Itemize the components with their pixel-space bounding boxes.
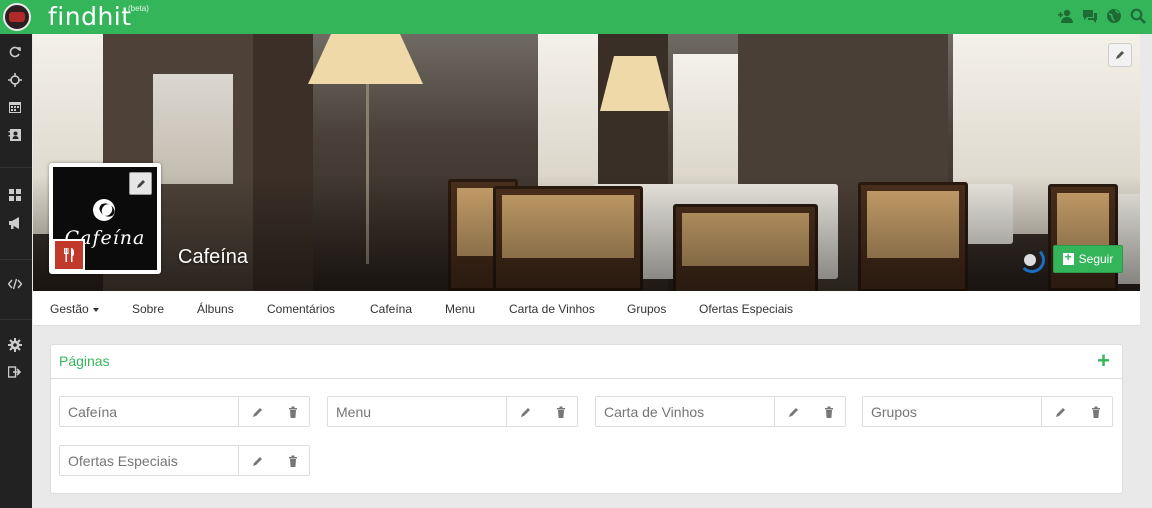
page-row [59,396,310,427]
page-row [595,396,846,427]
trash-icon [556,406,565,418]
delete-page-button[interactable] [1078,397,1113,426]
page-title: Cafeína [178,246,249,268]
user-avatar[interactable] [3,3,31,31]
delete-page-button[interactable] [275,397,310,426]
profile-picture: Cafeína [49,163,161,274]
settings-icon[interactable] [8,338,22,352]
edit-cover-button[interactable] [1108,43,1132,67]
edit-page-button[interactable] [508,397,543,426]
edit-page-button[interactable] [776,397,811,426]
pencil-icon [520,407,530,417]
page-row [862,396,1113,427]
edit-page-button[interactable] [240,446,275,475]
page-row [327,396,578,427]
edit-page-button[interactable] [240,397,275,426]
pencil-icon [1055,407,1065,417]
code-icon[interactable] [7,277,23,291]
loading-spinner-icon [1019,247,1045,273]
megaphone-icon[interactable] [8,216,22,230]
tab-comentarios[interactable]: Comentários [267,302,335,316]
pencil-icon [252,407,262,417]
tab-menu[interactable]: Menu [445,302,475,316]
logout-icon[interactable] [7,365,22,379]
user-add-icon[interactable] [1058,8,1074,24]
delete-page-button[interactable] [811,397,846,426]
add-page-button[interactable]: + [1097,350,1110,372]
edit-profile-picture-button[interactable] [129,172,152,195]
tab-grupos[interactable]: Grupos [627,302,666,316]
trash-icon [288,455,297,467]
tab-sobre[interactable]: Sobre [132,302,164,316]
tab-gestao[interactable]: Gestão [50,302,99,316]
edit-page-button[interactable] [1043,397,1078,426]
page-name-input[interactable] [596,397,775,426]
page-name-input[interactable] [863,397,1042,426]
brand-logo-mark [93,199,115,221]
trash-icon [288,406,297,418]
page-row [59,445,310,476]
globe-icon[interactable] [1106,8,1122,24]
pencil-icon [136,179,145,188]
left-sidebar [0,34,32,508]
trash-icon [824,406,833,418]
top-bar: findhit (beta) [0,0,1152,34]
trash-icon [1091,406,1100,418]
calendar-icon[interactable] [8,100,22,114]
bookmark-add-icon [1062,250,1074,265]
tab-carta-de-vinhos[interactable]: Carta de Vinhos [509,302,595,316]
page-name-input[interactable] [60,446,239,475]
delete-page-button[interactable] [275,446,310,475]
follow-button[interactable]: Seguir [1053,245,1123,273]
tab-albuns[interactable]: Álbuns [197,302,234,316]
restaurant-category-badge [53,239,85,271]
page-tabs: Gestão Sobre Álbuns Comentários Cafeína … [33,291,1140,326]
follow-button-label: Seguir [1078,252,1114,266]
caret-down-icon [92,307,99,312]
chat-icon[interactable] [1082,8,1098,24]
grid-icon[interactable] [8,188,22,202]
page-name-input[interactable] [328,397,507,426]
pencil-icon [788,407,798,417]
contacts-icon[interactable] [8,128,22,142]
search-icon[interactable] [1130,8,1146,24]
tab-ofertas-especiais[interactable]: Ofertas Especiais [699,302,793,316]
pencil-icon [1116,51,1124,59]
crosshair-icon[interactable] [8,73,22,87]
fork-knife-icon [64,248,74,262]
page-name-input[interactable] [60,397,239,426]
beta-label: (beta) [128,4,149,13]
tab-cafeina[interactable]: Cafeína [370,302,412,316]
pencil-icon [252,456,262,466]
panel-title: Páginas [59,353,110,369]
delete-page-button[interactable] [543,397,578,426]
app-logo[interactable]: findhit [48,2,132,31]
refresh-icon[interactable] [8,45,22,59]
